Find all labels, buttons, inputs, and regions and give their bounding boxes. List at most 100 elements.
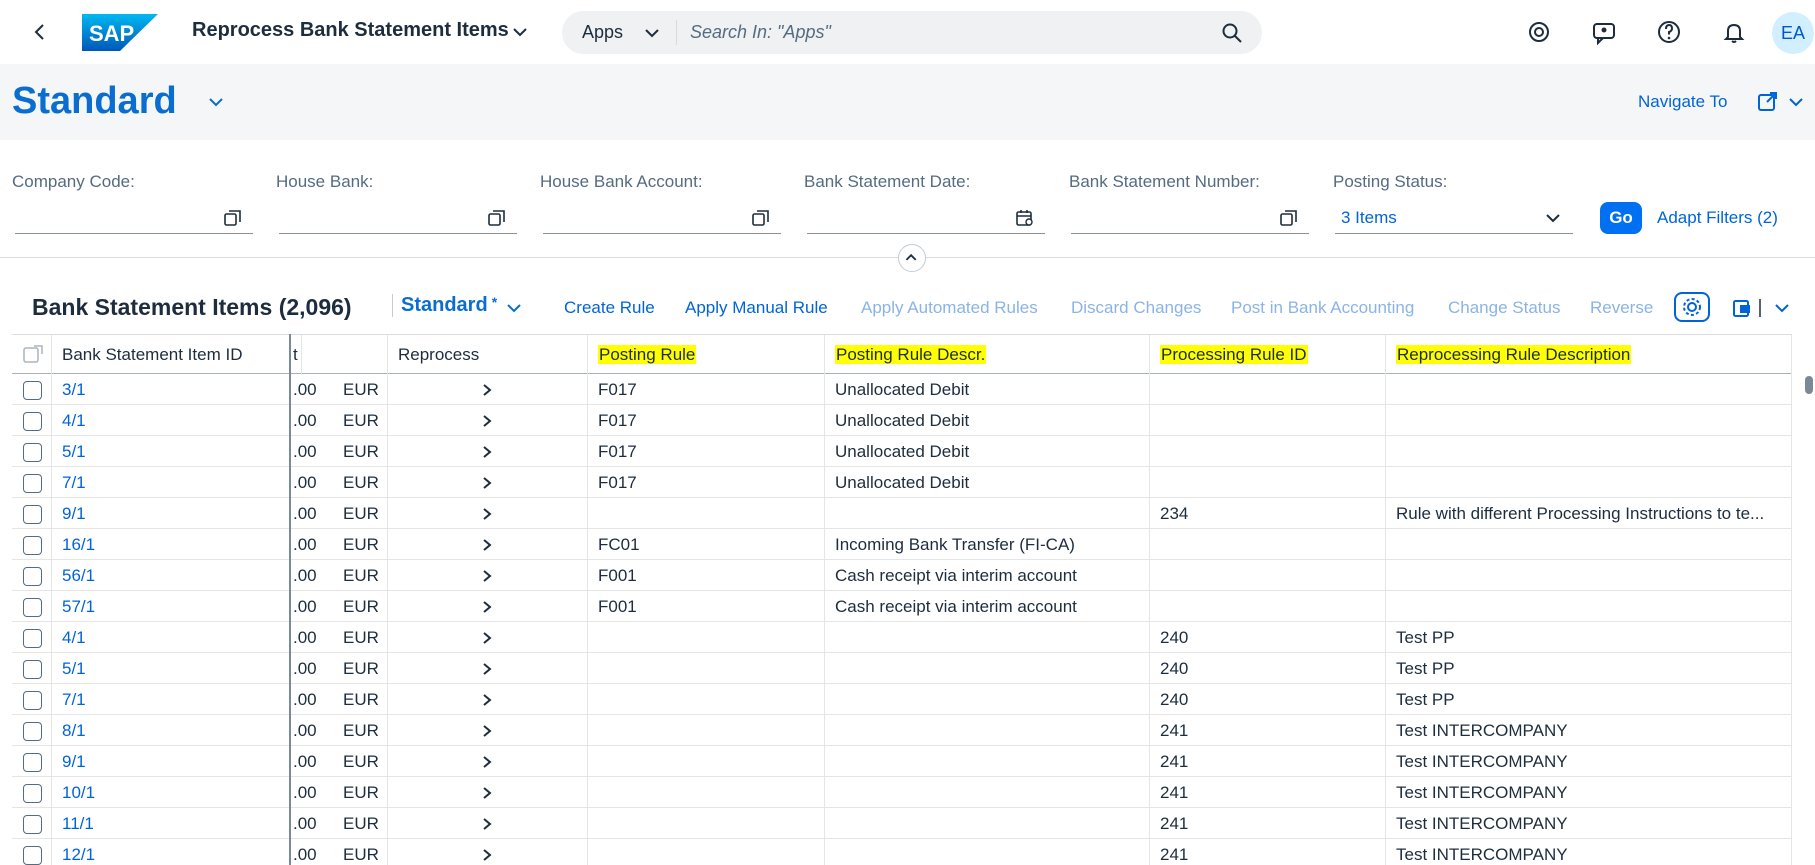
column-header-reprocessing-rule-descr[interactable]: Reprocessing Rule Description <box>1386 335 1792 375</box>
reprocess-cell[interactable] <box>388 839 588 865</box>
row-checkbox[interactable] <box>23 443 42 462</box>
row-checkbox[interactable] <box>23 474 42 493</box>
item-id-link[interactable]: 5/1 <box>52 653 291 684</box>
chevron-right-icon[interactable] <box>480 786 494 800</box>
table-row[interactable]: 7/1.00 EUR 240 Test PP <box>12 684 1792 715</box>
post-in-bank-accounting-button[interactable]: Post in Bank Accounting <box>1231 298 1414 318</box>
reprocess-cell[interactable] <box>388 715 588 746</box>
share-icon[interactable] <box>1756 90 1808 114</box>
chevron-right-icon[interactable] <box>480 476 494 490</box>
table-row[interactable]: 11/1.00 EUR 241 Test INTERCOMPANY <box>12 808 1792 839</box>
chevron-right-icon[interactable] <box>480 848 494 862</box>
adapt-filters-button[interactable]: Adapt Filters (2) <box>1657 208 1778 228</box>
chevron-right-icon[interactable] <box>480 538 494 552</box>
chevron-right-icon[interactable] <box>480 817 494 831</box>
app-title[interactable]: Reprocess Bank Statement Items <box>192 19 509 42</box>
search-input[interactable]: Search In: "Apps" <box>690 22 831 43</box>
frozen-column-divider[interactable] <box>289 334 291 865</box>
table-row[interactable]: 4/1.00 EUR F017 Unallocated Debit <box>12 405 1792 436</box>
table-row[interactable]: 3/1.00 EUR F017 Unallocated Debit <box>12 374 1792 405</box>
row-checkbox[interactable] <box>23 660 42 679</box>
item-id-link[interactable]: 56/1 <box>52 560 291 591</box>
chevron-right-icon[interactable] <box>480 445 494 459</box>
row-checkbox[interactable] <box>23 381 42 400</box>
chevron-right-icon[interactable] <box>480 414 494 428</box>
statement-number-input[interactable] <box>1071 202 1309 234</box>
item-id-link[interactable]: 5/1 <box>52 436 291 467</box>
chevron-down-icon[interactable] <box>504 298 524 318</box>
table-row[interactable]: 12/1.00 EUR 241 Test INTERCOMPANY <box>12 839 1792 865</box>
reprocess-cell[interactable] <box>388 374 588 405</box>
chevron-right-icon[interactable] <box>480 631 494 645</box>
collapse-header-button[interactable] <box>898 244 926 272</box>
reprocess-cell[interactable] <box>388 777 588 808</box>
reprocess-cell[interactable] <box>388 498 588 529</box>
go-button[interactable]: Go <box>1600 202 1642 234</box>
table-row[interactable]: 9/1.00 EUR 241 Test INTERCOMPANY <box>12 746 1792 777</box>
table-row[interactable]: 57/1.00 EUR F001 Cash receipt via interim a… <box>12 591 1792 622</box>
chevron-left-icon[interactable] <box>28 20 52 44</box>
chevron-right-icon[interactable] <box>480 693 494 707</box>
chevron-down-icon[interactable] <box>642 23 662 43</box>
table-variant[interactable]: Standard * <box>392 294 497 317</box>
reprocess-cell[interactable] <box>388 436 588 467</box>
item-id-link[interactable]: 57/1 <box>52 591 291 622</box>
discard-changes-button[interactable]: Discard Changes <box>1071 298 1201 318</box>
column-header-posting-rule[interactable]: Posting Rule <box>588 335 825 375</box>
chevron-down-icon[interactable] <box>1543 208 1563 228</box>
chevron-right-icon[interactable] <box>480 383 494 397</box>
copilot-icon[interactable] <box>1525 18 1553 46</box>
posting-status-select[interactable]: 3 Items <box>1335 202 1573 234</box>
change-status-button[interactable]: Change Status <box>1448 298 1560 318</box>
row-checkbox[interactable] <box>23 691 42 710</box>
row-checkbox[interactable] <box>23 784 42 803</box>
item-id-link[interactable]: 3/1 <box>52 374 291 405</box>
value-help-icon[interactable] <box>751 208 771 228</box>
house-bank-input[interactable] <box>279 202 517 234</box>
row-checkbox[interactable] <box>23 505 42 524</box>
feedback-icon[interactable] <box>1590 18 1618 46</box>
reprocess-cell[interactable] <box>388 808 588 839</box>
value-help-icon[interactable] <box>223 208 243 228</box>
chevron-right-icon[interactable] <box>480 662 494 676</box>
column-header-item-id[interactable]: Bank Statement Item ID <box>52 335 302 375</box>
row-checkbox[interactable] <box>23 629 42 648</box>
item-id-link[interactable]: 11/1 <box>52 808 291 839</box>
item-id-link[interactable]: 4/1 <box>52 405 291 436</box>
reprocess-cell[interactable] <box>388 467 588 498</box>
column-header-processing-rule-id[interactable]: Processing Rule ID <box>1150 335 1386 375</box>
item-id-link[interactable]: 9/1 <box>52 746 291 777</box>
reprocess-cell[interactable] <box>388 746 588 777</box>
table-row[interactable]: 5/1.00 EUR 240 Test PP <box>12 653 1792 684</box>
house-bank-account-input[interactable] <box>543 202 781 234</box>
table-row[interactable]: 7/1.00 EUR F017 Unallocated Debit <box>12 467 1792 498</box>
item-id-link[interactable]: 7/1 <box>52 467 291 498</box>
chevron-down-icon[interactable] <box>1772 298 1792 318</box>
select-all-header[interactable] <box>12 335 52 375</box>
reprocess-cell[interactable] <box>388 684 588 715</box>
export-icon[interactable] <box>1730 296 1766 320</box>
item-id-link[interactable]: 8/1 <box>52 715 291 746</box>
apply-manual-rule-button[interactable]: Apply Manual Rule <box>685 298 828 318</box>
search-scope[interactable]: Apps <box>582 22 623 43</box>
reprocess-cell[interactable] <box>388 560 588 591</box>
item-id-link[interactable]: 16/1 <box>52 529 291 560</box>
company-code-input[interactable] <box>15 202 253 234</box>
select-all-icon[interactable] <box>22 344 44 366</box>
row-checkbox[interactable] <box>23 567 42 586</box>
statement-date-input[interactable] <box>807 202 1045 234</box>
table-row[interactable]: 56/1.00 EUR F001 Cash receipt via interim a… <box>12 560 1792 591</box>
row-checkbox[interactable] <box>23 412 42 431</box>
search-icon[interactable] <box>1220 21 1244 45</box>
chevron-right-icon[interactable] <box>480 569 494 583</box>
chevron-right-icon[interactable] <box>480 724 494 738</box>
row-checkbox[interactable] <box>23 815 42 834</box>
column-header-reprocess[interactable]: Reprocess <box>388 335 588 375</box>
search-bar[interactable]: Apps Search In: "Apps" <box>562 11 1262 54</box>
chevron-right-icon[interactable] <box>480 600 494 614</box>
reprocess-cell[interactable] <box>388 591 588 622</box>
settings-button[interactable] <box>1674 292 1710 322</box>
sap-logo[interactable]: SAP <box>82 14 158 51</box>
value-help-icon[interactable] <box>487 208 507 228</box>
navigate-to-button[interactable]: Navigate To <box>1638 92 1727 112</box>
